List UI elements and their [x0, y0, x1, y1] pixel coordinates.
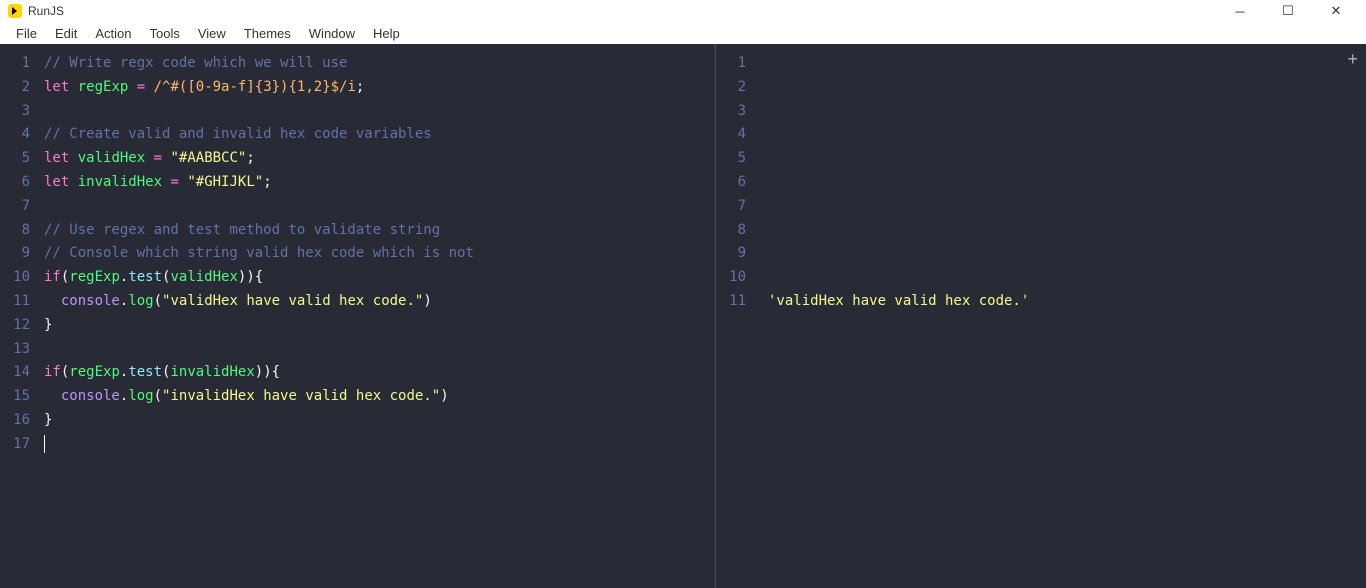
output-line: 'validHex have valid hex code.': [768, 290, 1366, 314]
code-line[interactable]: }: [44, 409, 715, 433]
output-line-number: 10: [716, 266, 760, 290]
menu-view[interactable]: View: [190, 24, 234, 43]
line-number: 15: [0, 385, 44, 409]
code-line[interactable]: // Create valid and invalid hex code var…: [44, 123, 715, 147]
line-number: 2: [0, 76, 44, 100]
output-line-number: 9: [716, 242, 760, 266]
editor-area: ⁞ 1234567891011121314151617 // Write reg…: [0, 44, 1366, 588]
close-button[interactable]: ✕: [1322, 3, 1350, 19]
output-line: [768, 242, 1366, 266]
output-line: [768, 123, 1366, 147]
output-line-number: 1: [716, 52, 760, 76]
code-line[interactable]: console.log("validHex have valid hex cod…: [44, 290, 715, 314]
output-line: [768, 195, 1366, 219]
line-number: 9: [0, 242, 44, 266]
window-controls: ─ ☐ ✕: [1226, 3, 1358, 19]
line-number: 14: [0, 361, 44, 385]
line-number: 6: [0, 171, 44, 195]
menu-edit[interactable]: Edit: [47, 24, 85, 43]
menu-file[interactable]: File: [8, 24, 45, 43]
output-pane: + 1234567891011 'validHex have valid hex…: [715, 44, 1366, 588]
line-number: 3: [0, 100, 44, 124]
maximize-button[interactable]: ☐: [1274, 3, 1302, 19]
code-line[interactable]: if(regExp.test(invalidHex)){: [44, 361, 715, 385]
minimize-button[interactable]: ─: [1226, 3, 1254, 19]
titlebar: RunJS ─ ☐ ✕: [0, 0, 1366, 22]
output-line-number: 5: [716, 147, 760, 171]
code-line[interactable]: let regExp = /^#([0-9a-f]{3}){1,2}$/i;: [44, 76, 715, 100]
line-number: 1: [0, 52, 44, 76]
menu-action[interactable]: Action: [87, 24, 139, 43]
code-line[interactable]: // Console which string valid hex code w…: [44, 242, 715, 266]
code-line[interactable]: console.log("invalidHex have valid hex c…: [44, 385, 715, 409]
code-line[interactable]: [44, 195, 715, 219]
output-line-gutter: 1234567891011: [716, 44, 760, 588]
line-number: 11: [0, 290, 44, 314]
output-line-number: 6: [716, 171, 760, 195]
app-icon: [8, 4, 22, 18]
code-line[interactable]: let validHex = "#AABBCC";: [44, 147, 715, 171]
output-line: [768, 219, 1366, 243]
code-line[interactable]: [44, 338, 715, 362]
menu-themes[interactable]: Themes: [236, 24, 299, 43]
line-number: 7: [0, 195, 44, 219]
code-line[interactable]: if(regExp.test(validHex)){: [44, 266, 715, 290]
code-line[interactable]: let invalidHex = "#GHIJKL";: [44, 171, 715, 195]
output-line: [768, 100, 1366, 124]
output-line: [768, 266, 1366, 290]
menu-window[interactable]: Window: [301, 24, 363, 43]
output-line-number: 4: [716, 123, 760, 147]
line-number: 17: [0, 433, 44, 457]
output-content: 'validHex have valid hex code.': [760, 44, 1366, 588]
window-title: RunJS: [28, 4, 64, 18]
line-number: 4: [0, 123, 44, 147]
code-line[interactable]: // Use regex and test method to validate…: [44, 219, 715, 243]
code-line[interactable]: [44, 433, 715, 457]
code-line[interactable]: }: [44, 314, 715, 338]
output-line-number: 11: [716, 290, 760, 314]
line-number: 12: [0, 314, 44, 338]
output-line-number: 3: [716, 100, 760, 124]
line-number: 16: [0, 409, 44, 433]
code-pane[interactable]: 1234567891011121314151617 // Write regx …: [0, 44, 715, 588]
menu-help[interactable]: Help: [365, 24, 408, 43]
line-number: 13: [0, 338, 44, 362]
menubar: File Edit Action Tools View Themes Windo…: [0, 22, 1366, 44]
code-line[interactable]: // Write regx code which we will use: [44, 52, 715, 76]
line-number: 5: [0, 147, 44, 171]
output-line-number: 7: [716, 195, 760, 219]
output-line: [768, 147, 1366, 171]
output-line: [768, 52, 1366, 76]
add-tab-button[interactable]: +: [1347, 50, 1358, 68]
line-gutter: 1234567891011121314151617: [0, 44, 44, 588]
output-line: [768, 76, 1366, 100]
output-line-number: 8: [716, 219, 760, 243]
code-line[interactable]: [44, 100, 715, 124]
menu-tools[interactable]: Tools: [142, 24, 188, 43]
line-number: 8: [0, 219, 44, 243]
output-line-number: 2: [716, 76, 760, 100]
output-line: [768, 171, 1366, 195]
line-number: 10: [0, 266, 44, 290]
code-content[interactable]: // Write regx code which we will uselet …: [44, 44, 715, 588]
